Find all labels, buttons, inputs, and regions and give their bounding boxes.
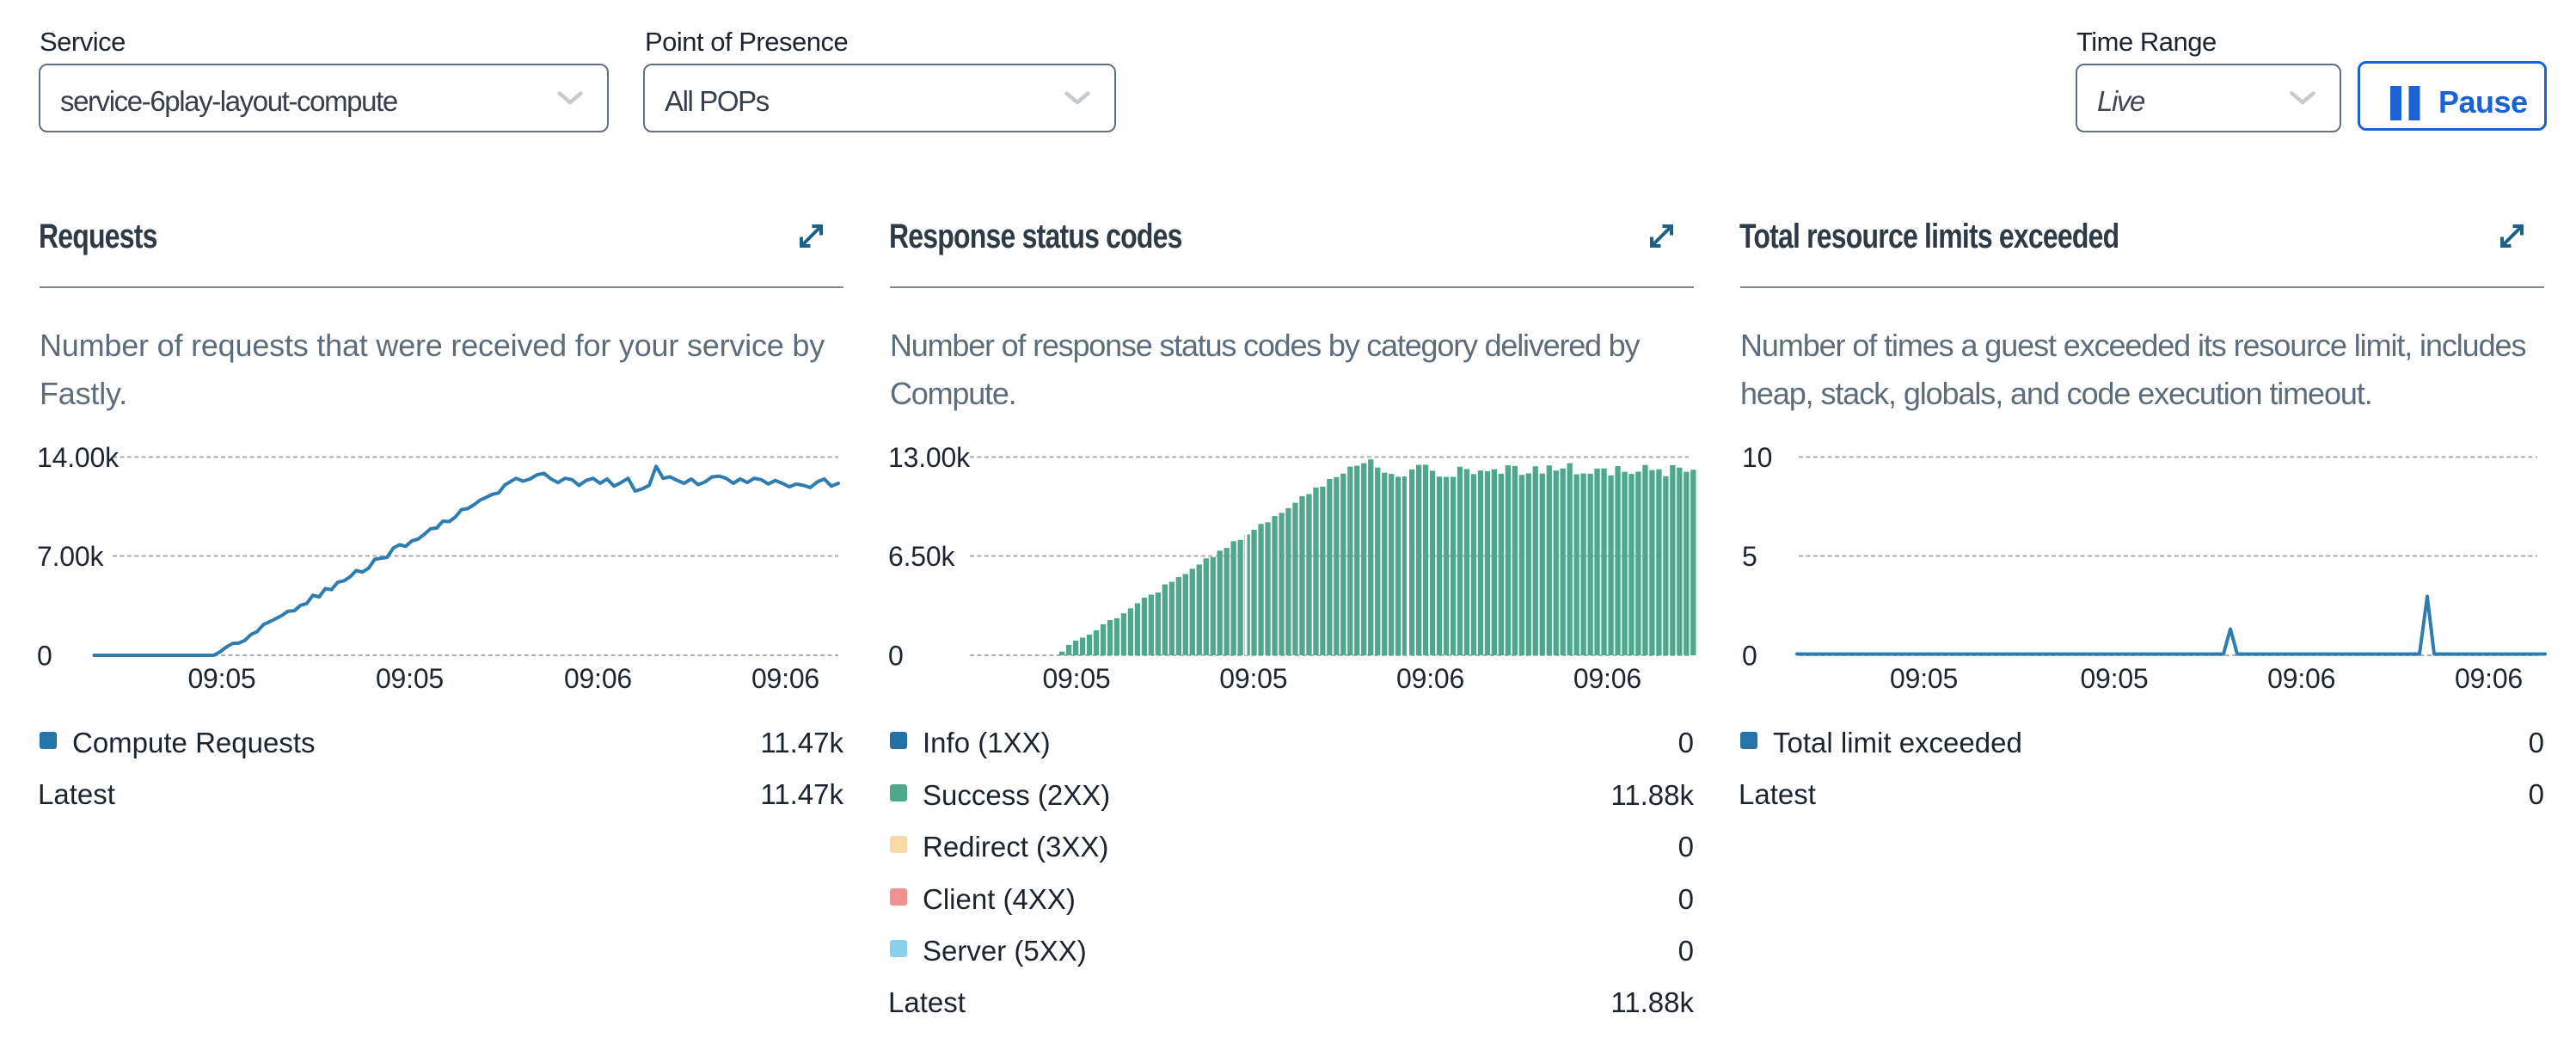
svg-text:6.50k: 6.50k <box>888 541 955 572</box>
svg-text:09:05: 09:05 <box>1042 663 1110 694</box>
svg-text:09:05: 09:05 <box>376 663 444 694</box>
svg-text:09:05: 09:05 <box>2080 663 2148 694</box>
svg-text:14.00k: 14.00k <box>37 442 120 473</box>
svg-text:09:06: 09:06 <box>2455 663 2523 694</box>
svg-text:13.00k: 13.00k <box>888 442 971 473</box>
svg-text:09:06: 09:06 <box>1573 663 1641 694</box>
svg-text:5: 5 <box>1742 541 1757 572</box>
svg-text:0: 0 <box>1742 641 1757 672</box>
svg-text:09:06: 09:06 <box>1396 663 1464 694</box>
svg-text:09:05: 09:05 <box>1890 663 1958 694</box>
svg-text:09:05: 09:05 <box>1219 663 1287 694</box>
svg-text:09:06: 09:06 <box>2267 663 2335 694</box>
svg-text:09:06: 09:06 <box>751 663 819 694</box>
svg-text:0: 0 <box>888 641 904 672</box>
svg-text:10: 10 <box>1742 442 1772 473</box>
svg-text:09:05: 09:05 <box>187 663 255 694</box>
svg-text:7.00k: 7.00k <box>37 541 104 572</box>
svg-text:09:06: 09:06 <box>564 663 632 694</box>
svg-text:0: 0 <box>37 641 52 672</box>
